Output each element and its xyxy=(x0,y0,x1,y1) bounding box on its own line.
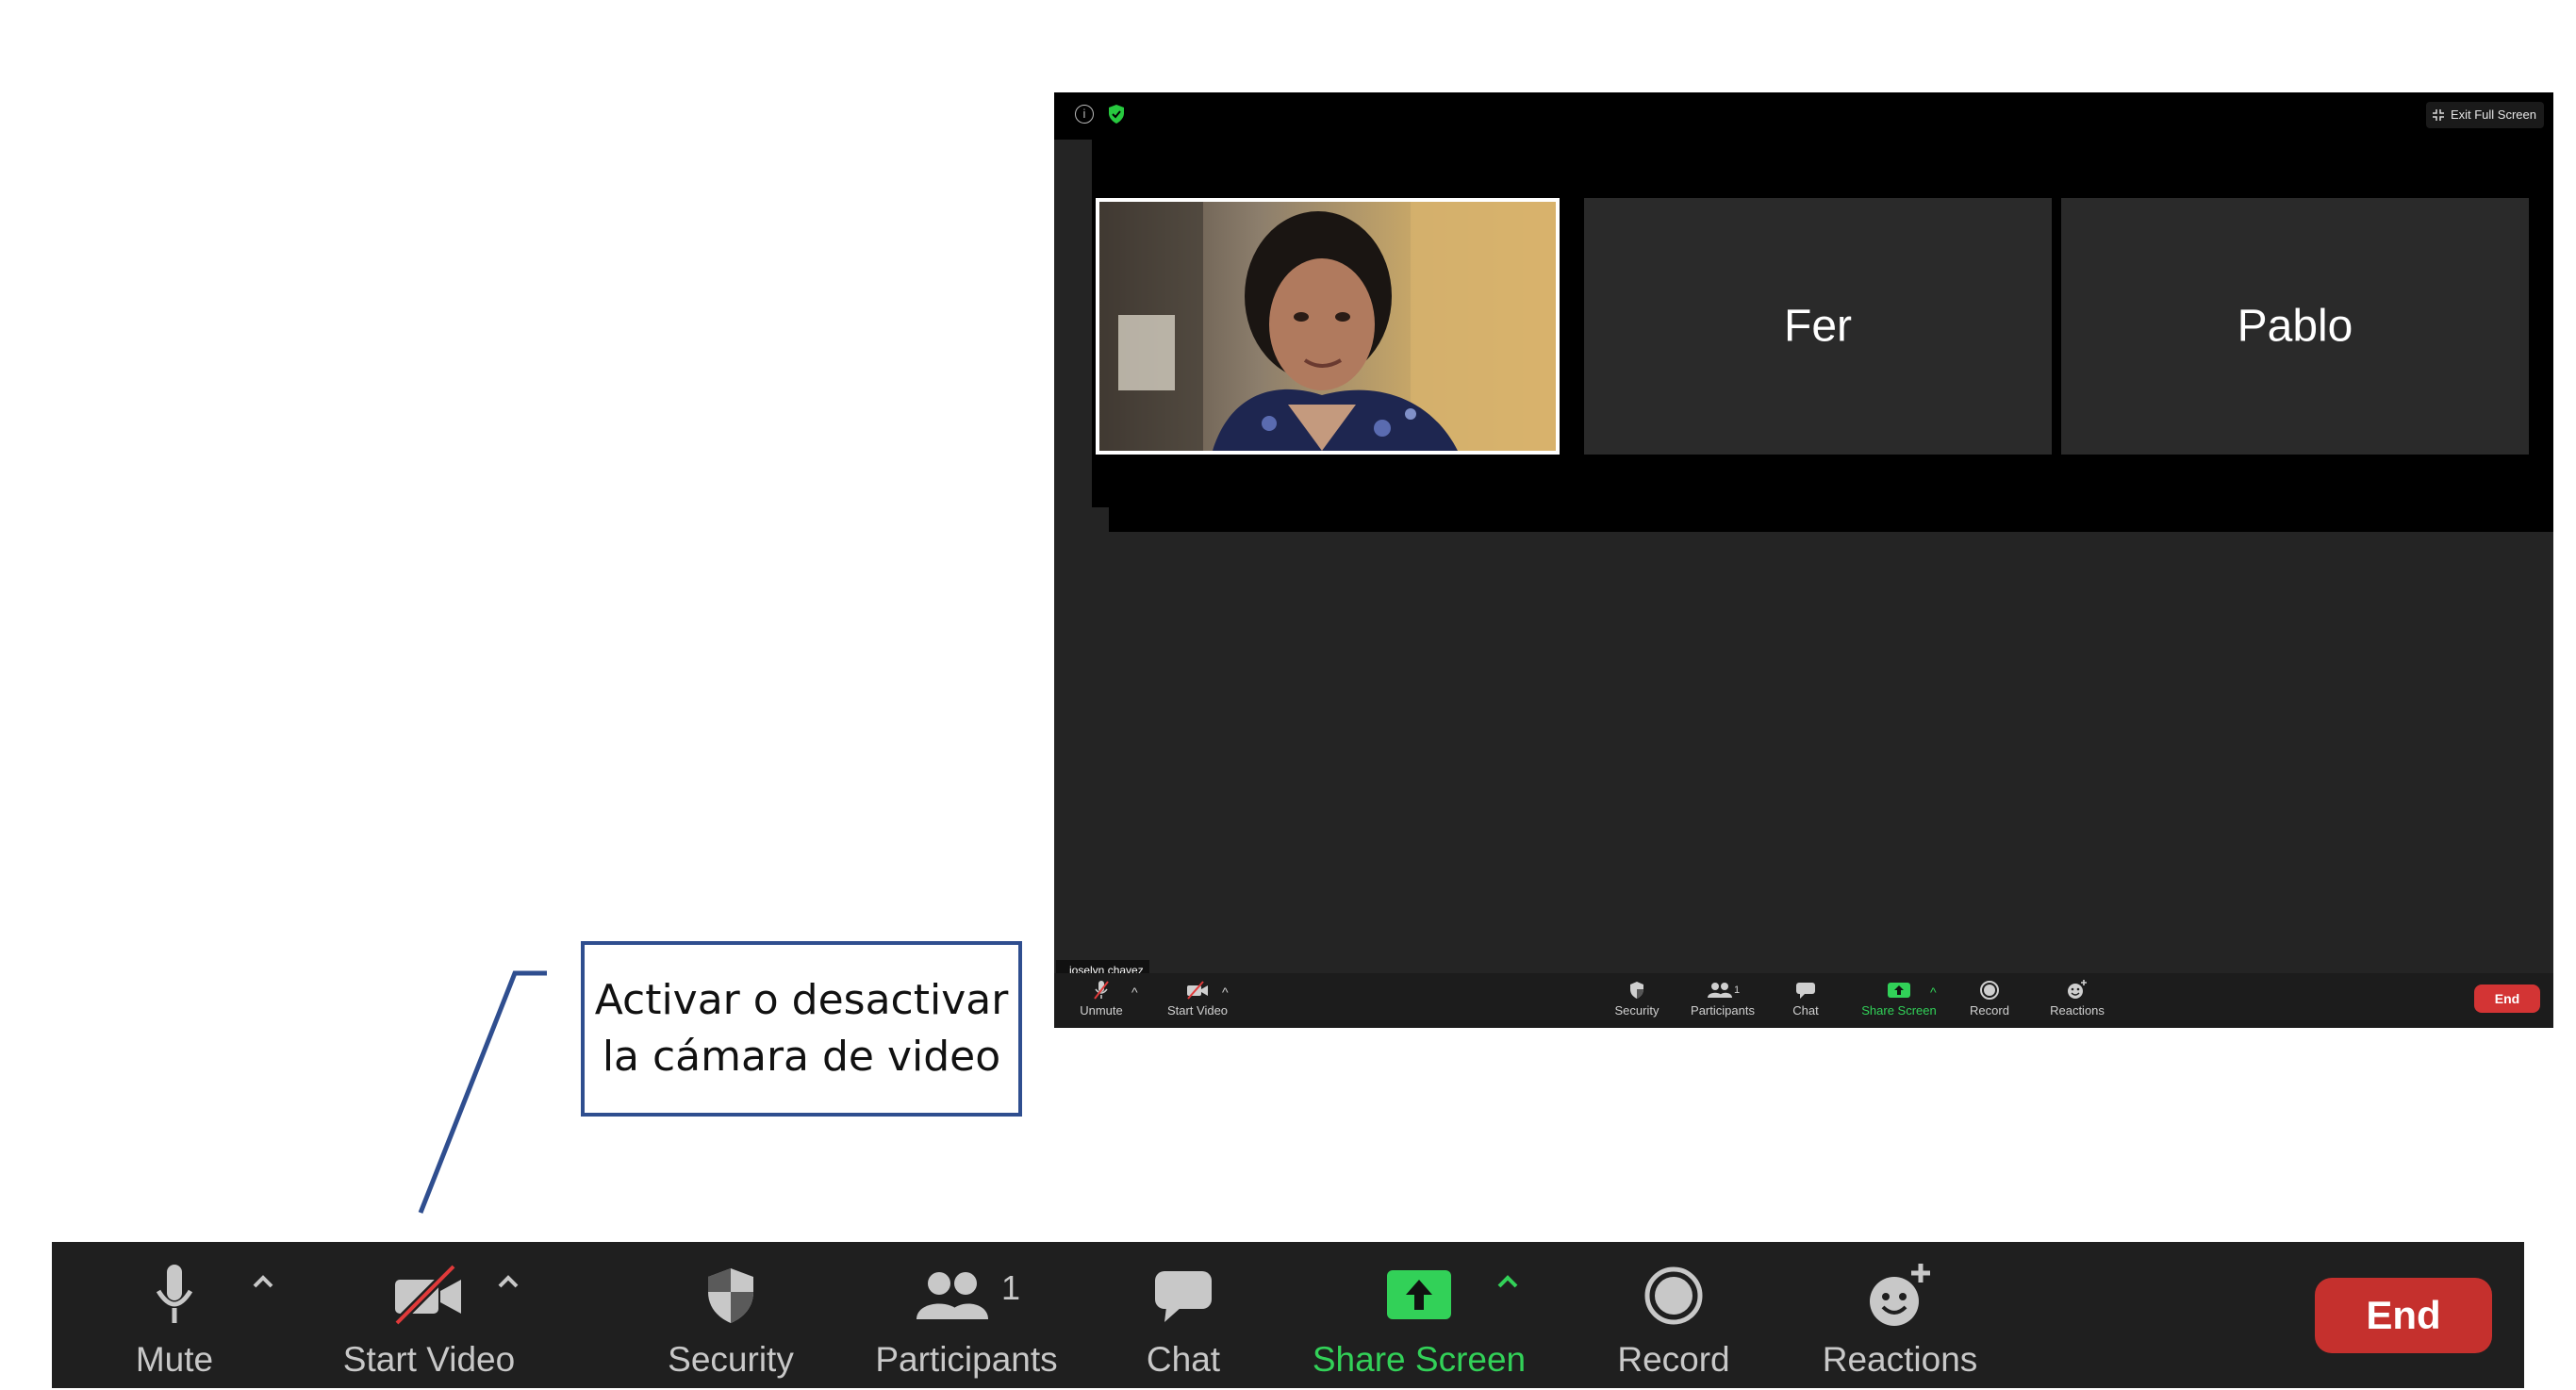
share-screen-button[interactable]: Share Screen xyxy=(1296,1242,1542,1388)
mute-label: Mute xyxy=(135,1340,214,1379)
participants-button[interactable]: 1 Participants xyxy=(853,1242,1080,1388)
shield-icon xyxy=(708,1268,753,1323)
record-label: Record xyxy=(1617,1340,1730,1379)
annotation-callout: Activar o desactivar la cámara de video xyxy=(581,941,1022,1117)
zoom-toolbar: Mute Start Video Security 1 Participants… xyxy=(52,1242,2524,1388)
video-options-caret-icon[interactable] xyxy=(495,1272,521,1291)
microphone-icon xyxy=(156,1265,193,1323)
share-screen-label: Share Screen xyxy=(1312,1340,1527,1379)
reactions-icon xyxy=(1870,1264,1930,1326)
video-off-icon xyxy=(393,1263,461,1327)
record-button[interactable]: Record xyxy=(1589,1242,1759,1388)
share-screen-icon xyxy=(1387,1270,1451,1319)
audio-options-caret-icon[interactable] xyxy=(250,1272,276,1291)
callout-pointer-line xyxy=(418,970,547,1214)
share-options-caret-icon[interactable] xyxy=(1494,1272,1521,1291)
chat-button[interactable]: Chat xyxy=(1117,1242,1249,1388)
start-video-button[interactable]: Start Video xyxy=(325,1242,533,1388)
security-label: Security xyxy=(668,1340,794,1379)
chat-icon xyxy=(1155,1271,1212,1322)
reactions-button[interactable]: Reactions xyxy=(1796,1242,2004,1388)
end-meeting-button[interactable]: End xyxy=(2315,1278,2492,1353)
security-button[interactable]: Security xyxy=(636,1242,825,1388)
participants-count: 1 xyxy=(1000,1268,1021,1307)
reactions-label: Reactions xyxy=(1822,1340,1978,1379)
chat-label: Chat xyxy=(1146,1340,1221,1379)
participants-label: Participants xyxy=(875,1340,1058,1379)
start-video-label: Start Video xyxy=(342,1340,516,1379)
record-icon xyxy=(1644,1266,1703,1325)
callout-line-1: Activar o desactivar xyxy=(594,976,1009,1024)
mute-button[interactable]: Mute xyxy=(118,1242,231,1388)
callout-line-2: la cámara de video xyxy=(602,1033,1001,1081)
